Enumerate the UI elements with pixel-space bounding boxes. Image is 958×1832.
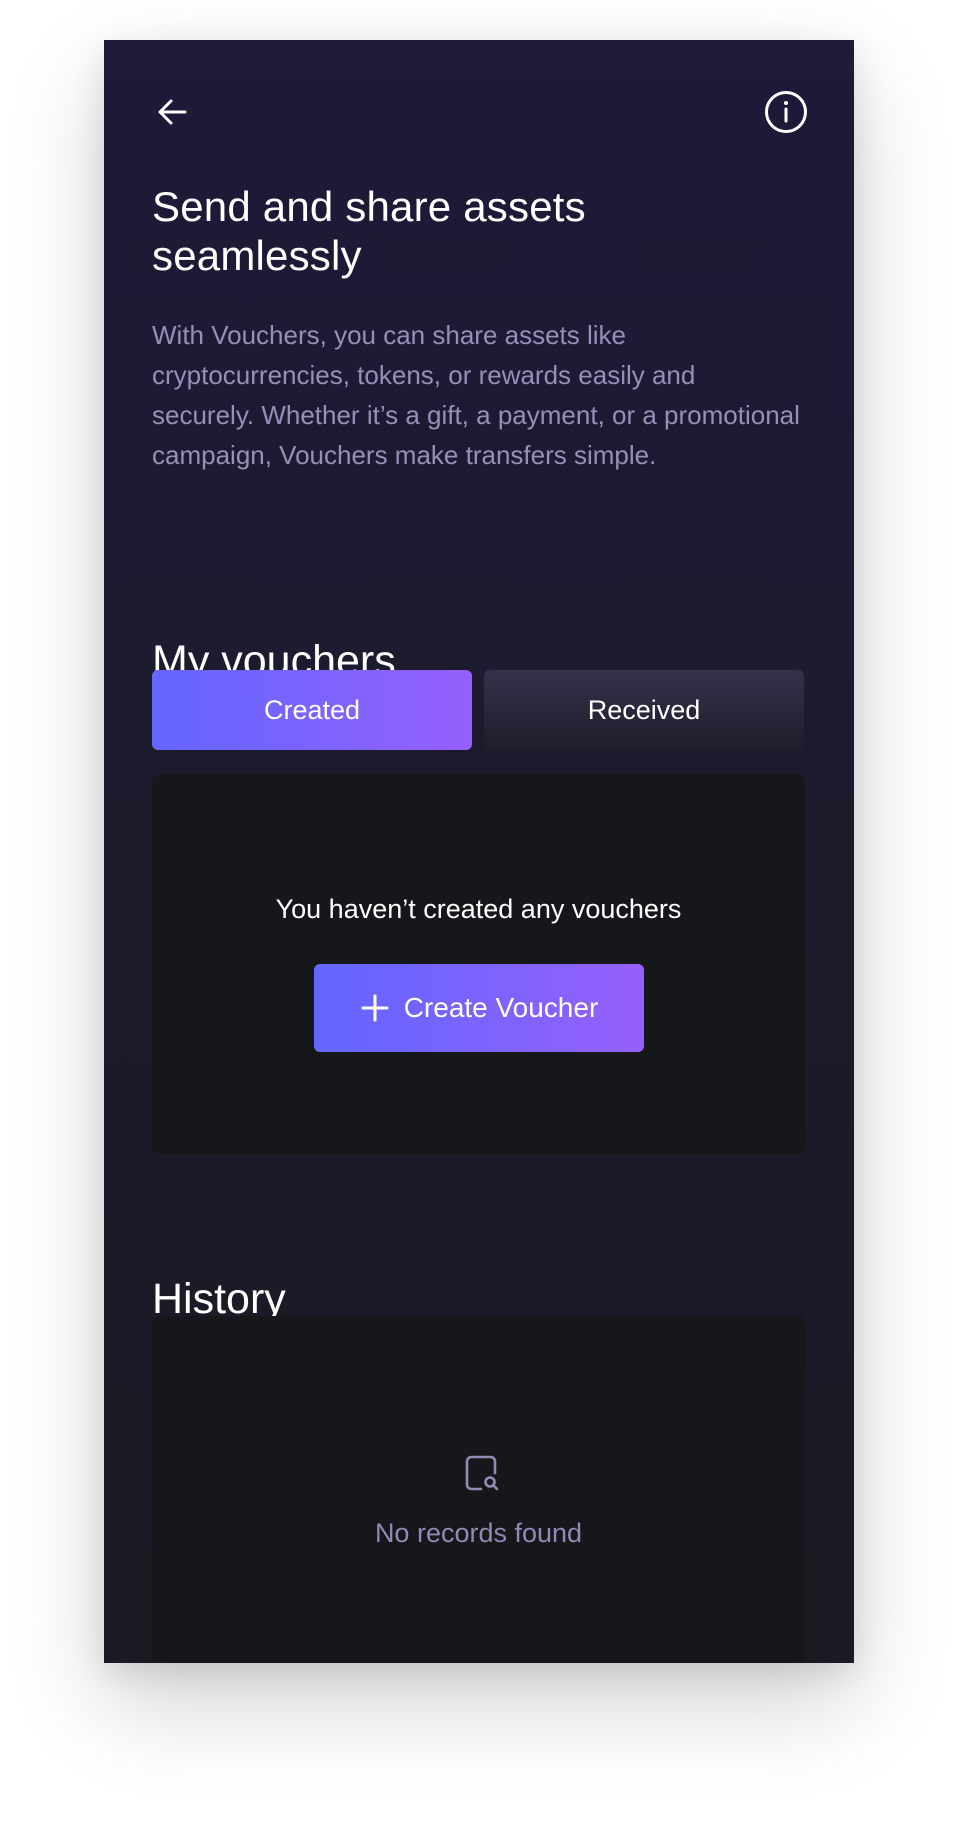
- create-voucher-label: Create Voucher: [403, 992, 599, 1023]
- document-search-icon: [465, 1455, 499, 1491]
- plus-icon: [361, 994, 389, 1022]
- no-records-message: No records found: [374, 1518, 583, 1548]
- page-description: With Vouchers, you can share assets like…: [152, 320, 800, 470]
- arrow-left-icon: [158, 99, 187, 125]
- back-button[interactable]: [148, 88, 196, 136]
- history-empty-panel: No records found: [152, 1316, 805, 1663]
- page-title: Send and share assets seamlessly: [152, 183, 586, 279]
- app-screen: Send and share assets seamlessly With Vo…: [104, 40, 854, 1663]
- vouchers-empty-panel: You haven’t created any vouchers Create …: [152, 774, 805, 1154]
- tab-received[interactable]: Received: [484, 670, 804, 750]
- create-voucher-button[interactable]: Create Voucher: [314, 964, 644, 1052]
- stage: Send and share assets seamlessly With Vo…: [0, 0, 958, 1832]
- info-circle-icon: [765, 91, 807, 133]
- voucher-tabs: Created Received: [152, 670, 805, 750]
- vouchers-empty-message: You haven’t created any vouchers: [275, 894, 682, 924]
- tab-created[interactable]: Created: [152, 670, 472, 750]
- info-button[interactable]: [762, 88, 810, 136]
